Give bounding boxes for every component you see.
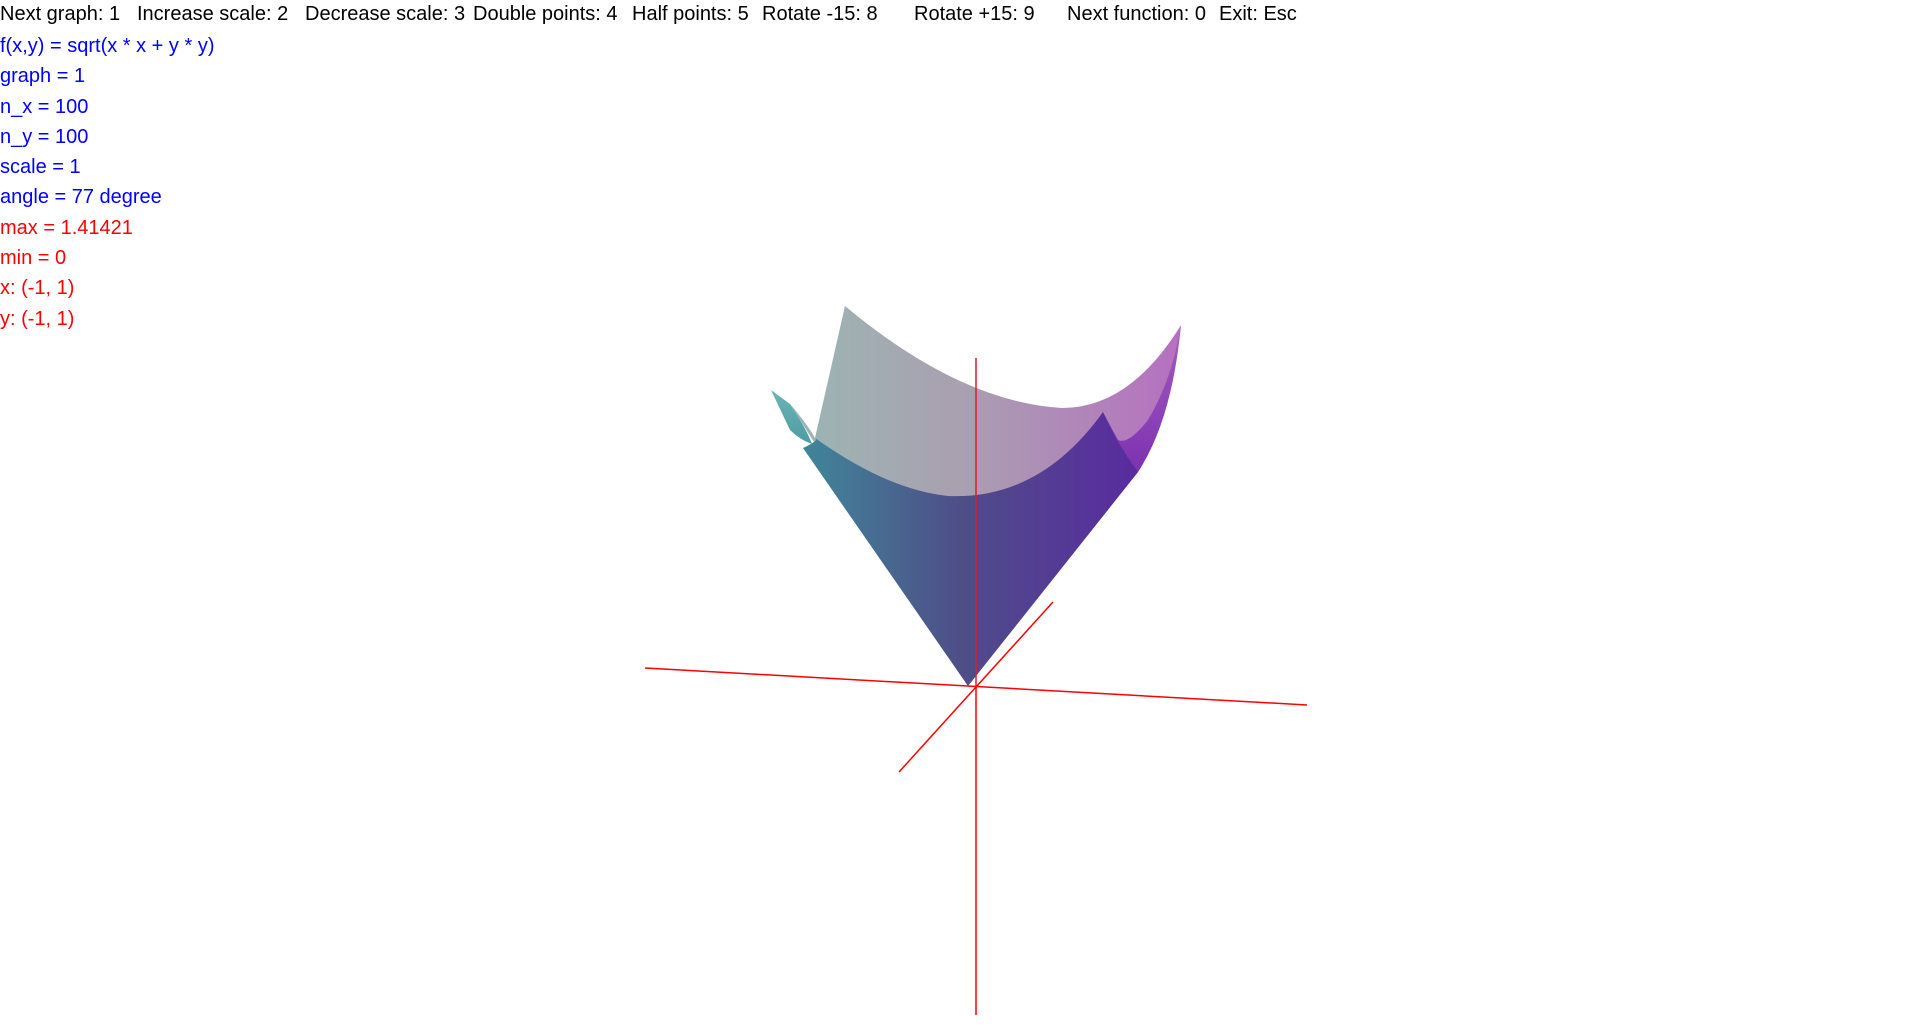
angle-label: angle = 77 degree — [0, 186, 162, 209]
surface-plot — [644, 306, 1308, 1015]
info-panel: f(x,y) = sqrt(x * x + y * y) graph = 1 n… — [0, 31, 214, 334]
key-help-bar: Next graph: 1 Increase scale: 2 Decrease… — [0, 0, 1400, 29]
help-next-graph: Next graph: 1 — [0, 3, 121, 25]
scale-label: scale = 1 — [0, 156, 81, 179]
y-range-label: y: (-1, 1) — [0, 307, 75, 330]
min-label: min = 0 — [0, 247, 67, 270]
help-decrease-scale: Decrease scale: 3 — [305, 3, 466, 25]
graph-label: graph = 1 — [0, 65, 86, 88]
help-double-points: Double points: 4 — [473, 3, 618, 25]
help-rotate-plus: Rotate +15: 9 — [914, 3, 1035, 25]
help-exit: Exit: Esc — [1219, 3, 1297, 25]
coordinate-axes — [644, 358, 1308, 1015]
help-half-points: Half points: 5 — [632, 3, 749, 25]
graph-window: Next graph: 1 Increase scale: 2 Decrease… — [0, 0, 1919, 1035]
max-label: max = 1.41421 — [0, 216, 133, 239]
help-increase-scale: Increase scale: 2 — [137, 3, 289, 25]
n-y-label: n_y = 100 — [0, 125, 89, 148]
x-range-label: x: (-1, 1) — [0, 277, 75, 300]
n-x-label: n_x = 100 — [0, 95, 89, 118]
surface-left-edge — [771, 390, 812, 444]
function-label: f(x,y) = sqrt(x * x + y * y) — [0, 35, 215, 57]
help-rotate-minus: Rotate -15: 8 — [762, 3, 878, 25]
help-next-function: Next function: 0 — [1067, 3, 1206, 25]
